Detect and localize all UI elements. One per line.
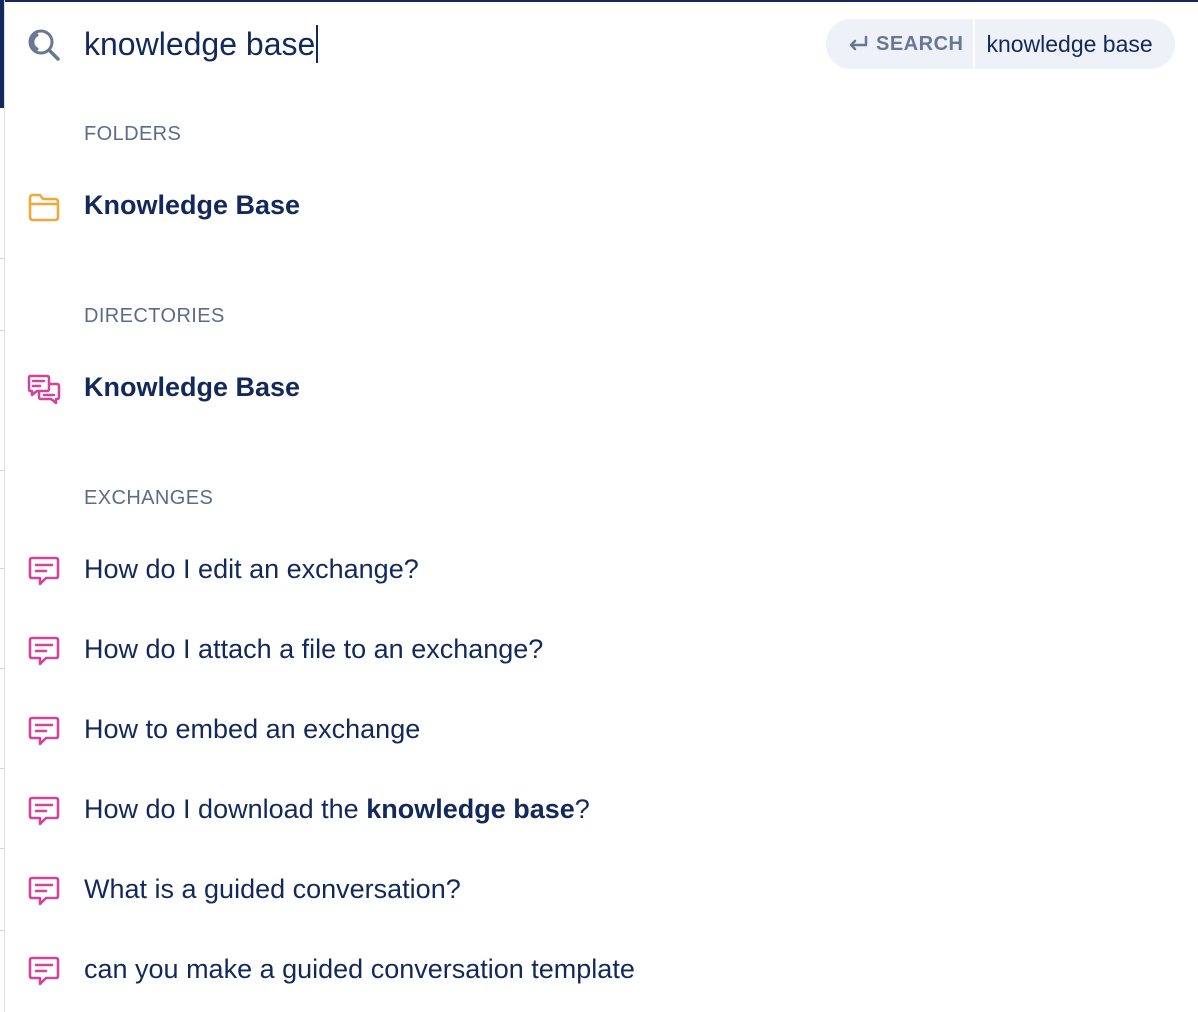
folder-result-label: Knowledge Base <box>84 190 301 220</box>
enter-key-icon <box>849 35 868 51</box>
search-submit-label: SEARCH <box>876 32 964 55</box>
search-input[interactable]: knowledge base <box>84 24 319 64</box>
exchange-result-label: What is a guided conversation? <box>84 874 461 904</box>
background-divider <box>0 668 4 669</box>
search-pill-query: knowledge base <box>986 30 1153 57</box>
background-divider <box>0 470 4 471</box>
exchange-result-label: How to embed an exchange <box>84 714 421 744</box>
label-suffix: ? <box>574 794 590 824</box>
background-divider <box>0 568 4 569</box>
directory-result-row[interactable]: Knowledge Base <box>5 360 1198 416</box>
folder-result-row[interactable]: Knowledge Base <box>5 178 1198 234</box>
exchange-result-label: How do I attach a file to an exchange? <box>84 634 544 664</box>
exchange-result-label: How do I download the knowledge base? <box>84 792 590 826</box>
search-input-value: knowledge base <box>84 26 316 62</box>
background-divider <box>0 930 4 931</box>
exchange-icon <box>27 874 61 908</box>
text-caret <box>316 25 319 63</box>
exchange-result-row[interactable]: How do I attach a file to an exchange? <box>5 622 1198 678</box>
directory-result-label: Knowledge Base <box>84 372 301 402</box>
background-divider <box>0 258 4 259</box>
search-submit-button[interactable]: SEARCH <box>826 19 976 69</box>
background-divider <box>0 768 4 769</box>
background-app-header-strip <box>0 0 4 108</box>
exchange-result-row[interactable]: can you make a guided conversation templ… <box>5 942 1198 998</box>
search-icon <box>27 28 63 62</box>
exchange-result-row[interactable]: How do I edit an exchange? <box>5 542 1198 598</box>
exchange-result-row[interactable]: How to embed an exchange <box>5 702 1198 758</box>
exchange-icon <box>27 634 61 668</box>
section-label-directories: DIRECTORIES <box>84 305 225 327</box>
folder-icon <box>27 190 61 224</box>
search-overlay-page: knowledge base SEARCH knowledge base FOL… <box>0 0 1198 1012</box>
section-label-folders: FOLDERS <box>84 123 182 145</box>
section-label-exchanges: EXCHANGES <box>84 487 214 509</box>
exchange-result-label: How do I edit an exchange? <box>84 554 419 584</box>
background-divider <box>0 848 4 849</box>
search-submit-pill: SEARCH knowledge base <box>826 19 1175 69</box>
search-bar: knowledge base SEARCH knowledge base <box>5 2 1198 90</box>
search-match-highlight: knowledge base <box>366 794 575 824</box>
exchange-icon <box>27 554 61 588</box>
exchange-result-row[interactable]: How do I download the knowledge base? <box>5 782 1198 838</box>
label-prefix: How do I download the <box>84 794 367 824</box>
background-divider <box>0 330 4 331</box>
exchange-result-row[interactable]: What is a guided conversation? <box>5 862 1198 918</box>
directory-chat-icon <box>27 372 61 406</box>
exchange-icon <box>27 794 61 828</box>
exchange-icon <box>27 954 61 988</box>
exchange-result-label: can you make a guided conversation templ… <box>84 954 635 984</box>
exchange-icon <box>27 714 61 748</box>
search-panel: knowledge base SEARCH knowledge base FOL… <box>5 0 1198 1012</box>
